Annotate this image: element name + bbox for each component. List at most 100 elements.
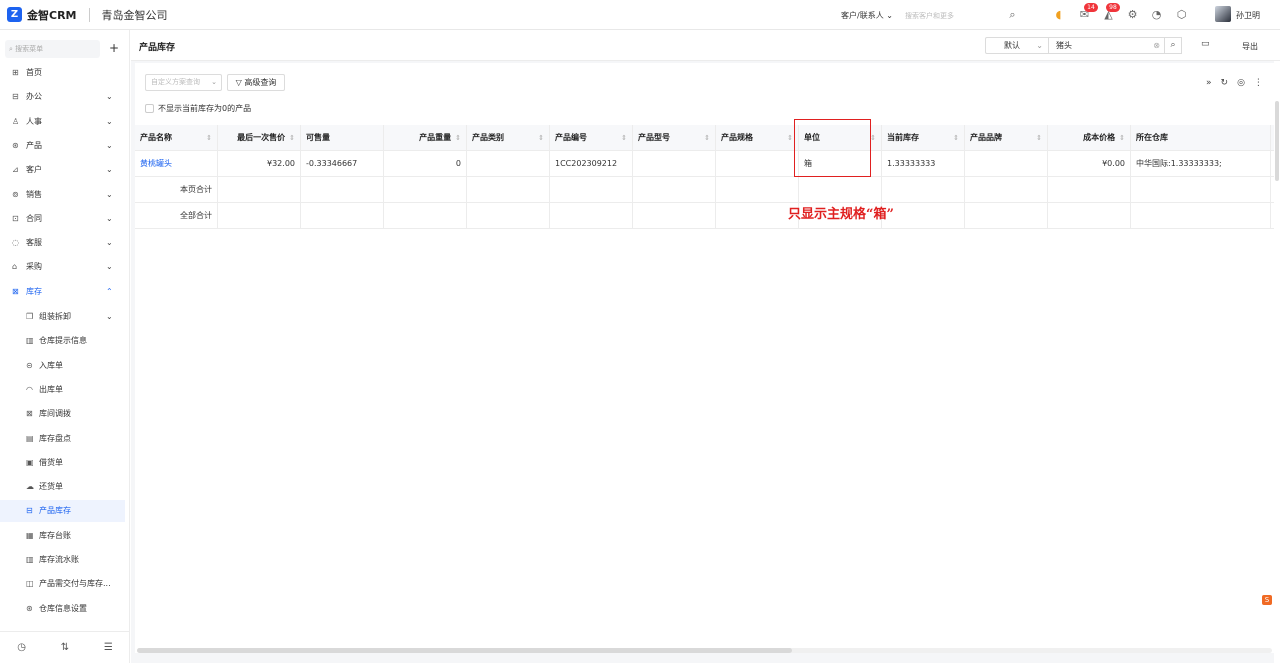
table-row[interactable]: 黄桃罐头 ¥32.00 -0.33346667 0 1CC202309212 箱 1.333…: [135, 151, 1274, 177]
column-header[interactable]: 产品规格 ⇕: [716, 125, 799, 151]
column-header[interactable]: 产品重量 ⇕: [384, 125, 467, 151]
column-header-label: 产品规格: [721, 133, 753, 142]
history-icon[interactable]: ◷: [0, 632, 43, 663]
sidebar-subitem-warehouse-settings[interactable]: ⊛ 仓库信息设置: [0, 598, 125, 620]
product-name-link[interactable]: 黄桃罐头: [140, 159, 172, 168]
column-header[interactable]: 最后一次售价 ⇕: [218, 125, 301, 151]
sidebar-subitem-inbound[interactable]: ⊝ 入库单: [0, 355, 125, 377]
clear-icon[interactable]: ⊗: [1153, 38, 1160, 53]
sort-icon[interactable]: ⇕: [787, 125, 793, 151]
column-header[interactable]: 产品类别 ⇕: [467, 125, 550, 151]
sidebar-item-support[interactable]: ◌ 客服 ⌄: [0, 233, 130, 253]
all-total-row[interactable]: 全部合计: [135, 203, 1274, 229]
sidebar-item-office[interactable]: ⊟ 办公 ⌄: [0, 87, 130, 107]
menu-search-input[interactable]: ⌕ 搜索菜单: [5, 40, 100, 58]
sort-icon[interactable]: ⇕: [538, 125, 544, 151]
sort-icon[interactable]: ⇕: [289, 134, 295, 142]
refresh-icon[interactable]: ↻: [1221, 78, 1229, 88]
sidebar-subitem-outbound[interactable]: ◠ 出库单: [0, 379, 125, 401]
sidebar-subitem-product-stock[interactable]: ⊟ 产品库存: [0, 500, 125, 523]
sidebar-subitem-return[interactable]: ☁ 还货单: [0, 476, 125, 498]
sort-icon[interactable]: ⇕: [621, 125, 627, 151]
sidebar-subitem-warehouse-tip[interactable]: ▥ 仓库提示信息: [0, 330, 125, 352]
custom-search-select[interactable]: 自定义方案查询 ⌄: [145, 74, 222, 91]
sort-icon[interactable]: ⇕: [1119, 134, 1125, 142]
app-logo[interactable]: Z 金智CRM: [7, 7, 77, 23]
column-header[interactable]: 产品名称 ⇕: [135, 125, 218, 151]
clock-icon[interactable]: ◔: [1150, 8, 1163, 21]
sidebar-item-purchase[interactable]: ⌂ 采购 ⌄: [0, 257, 130, 277]
sidebar-item-product[interactable]: ⊛ 产品 ⌄: [0, 136, 130, 156]
table-cell: [467, 177, 550, 203]
sidebar-subitem-delivery[interactable]: ◫ 产品需交付与库存...: [0, 573, 125, 595]
sort-icon[interactable]: ⇕: [206, 125, 212, 151]
sidebar-item-customer[interactable]: ⊿ 客户 ⌄: [0, 160, 130, 180]
view-select[interactable]: 默认 ⌄: [985, 37, 1049, 54]
annotation-text: 只显示主规格“箱”: [788, 207, 894, 222]
settings-icon[interactable]: ⬡: [1175, 8, 1188, 21]
sidebar-subitem-ledger[interactable]: ▦ 库存台账: [0, 525, 125, 547]
column-header[interactable]: 成本价格 ⇕: [1048, 125, 1131, 151]
sidebar-item-people[interactable]: ♙ 人事 ⌄: [0, 112, 130, 132]
column-header[interactable]: 所在仓库: [1131, 125, 1271, 151]
add-icon[interactable]: +: [104, 40, 124, 58]
sidebar-item-home[interactable]: ⊞ 首页: [0, 63, 130, 83]
column-header[interactable]: 产品编号 ⇕: [550, 125, 633, 151]
sidebar-subitem-label: 仓库提示信息: [39, 336, 87, 346]
sidebar-item-sales[interactable]: ⊚ 销售 ⌄: [0, 185, 130, 205]
sidebar-subitem-assemble[interactable]: ❒ 组装拆卸 ⌄: [0, 306, 125, 328]
search-scope-select[interactable]: 客户/联系人 ⌄: [841, 10, 893, 21]
sort-icon[interactable]: ⇕: [455, 134, 461, 142]
column-header[interactable]: 当前库存 ⇕: [882, 125, 965, 151]
stats-icon[interactable]: ⇅: [43, 632, 86, 663]
global-search-input[interactable]: 搜索客户和更多: [905, 11, 954, 21]
hide-zero-checkbox-row[interactable]: 不显示当前库存为0的产品: [145, 103, 251, 114]
sidebar-subitem-label: 出库单: [39, 384, 63, 394]
table-cell: 本页合计: [135, 177, 218, 203]
column-header[interactable]: 产品型号 ⇕: [633, 125, 716, 151]
sidebar-subitem-label: 库间调拨: [39, 409, 71, 419]
sort-icon[interactable]: ⇕: [953, 125, 959, 151]
table-cell: [218, 203, 301, 229]
print-icon[interactable]: ▭: [1201, 39, 1210, 49]
sort-icon[interactable]: ⇕: [1036, 125, 1042, 151]
table-header-row: 产品名称 ⇕ 最后一次售价 ⇕ 可售量 产品重量 ⇕ 产品类别 ⇕ 产品编号 ⇕ 产品型号 ⇕ 产品规格 ⇕…: [135, 125, 1274, 151]
sidebar-subitem-stocktake[interactable]: ▤ 库存盘点: [0, 428, 125, 450]
advanced-search-button[interactable]: ▽ 高级查询: [227, 74, 285, 91]
avatar[interactable]: [1215, 6, 1231, 22]
column-header[interactable]: 可售量: [301, 125, 384, 151]
keyword-search-button[interactable]: ⌕: [1165, 37, 1182, 54]
message-badge: 14: [1084, 3, 1098, 12]
sidebar-subitem-journal[interactable]: ▥ 库存流水账: [0, 549, 125, 571]
column-header[interactable]: 产品品牌 ⇕: [965, 125, 1048, 151]
collapse-menu-icon[interactable]: ☰: [87, 632, 130, 663]
sidebar-item-contract[interactable]: ⊡ 合同 ⌄: [0, 209, 130, 229]
gear-icon[interactable]: ⚙: [1126, 8, 1139, 21]
unit-column-highlight: [794, 119, 871, 177]
export-button[interactable]: 导出: [1242, 41, 1258, 52]
table-cell[interactable]: 黄桃罐头: [135, 151, 218, 177]
table-cell: [301, 177, 384, 203]
content-card: 自定义方案查询 ⌄ ▽ 高级查询 不显示当前库存为0的产品 » ↻ ◎ ⋮ 产品名…: [135, 63, 1274, 653]
purchase-icon: ⌂: [12, 262, 18, 272]
sidebar-subitem-borrow[interactable]: ▣ 借货单: [0, 452, 125, 474]
keyword-input[interactable]: 猪头 ⊗: [1049, 37, 1165, 54]
column-settings-icon[interactable]: ◎: [1237, 78, 1245, 88]
sort-icon[interactable]: ⇕: [704, 125, 710, 151]
sidebar-item-inventory[interactable]: ⊠ 库存 ⌃: [0, 282, 130, 302]
search-icon[interactable]: ⌕: [1006, 8, 1019, 21]
help-float-icon[interactable]: S: [1262, 595, 1272, 605]
page-total-row[interactable]: 本页合计: [135, 177, 1274, 203]
more-icon[interactable]: ⋮: [1254, 78, 1263, 88]
username[interactable]: 孙卫明: [1236, 10, 1260, 21]
table-cell: [1131, 203, 1271, 229]
horizontal-scrollbar[interactable]: [137, 648, 1272, 653]
sidebar-subitem-label: 仓库信息设置: [39, 603, 87, 613]
vertical-scrollbar[interactable]: [1274, 61, 1280, 663]
expand-icon[interactable]: »: [1206, 78, 1212, 88]
speaker-icon[interactable]: ◖: [1052, 8, 1065, 21]
sidebar-item-label: 合同: [26, 213, 42, 223]
hide-zero-checkbox[interactable]: [145, 104, 154, 113]
sidebar-subitem-transfer[interactable]: ⊠ 库间调拨: [0, 403, 125, 425]
sort-icon[interactable]: ⇕: [870, 125, 876, 151]
